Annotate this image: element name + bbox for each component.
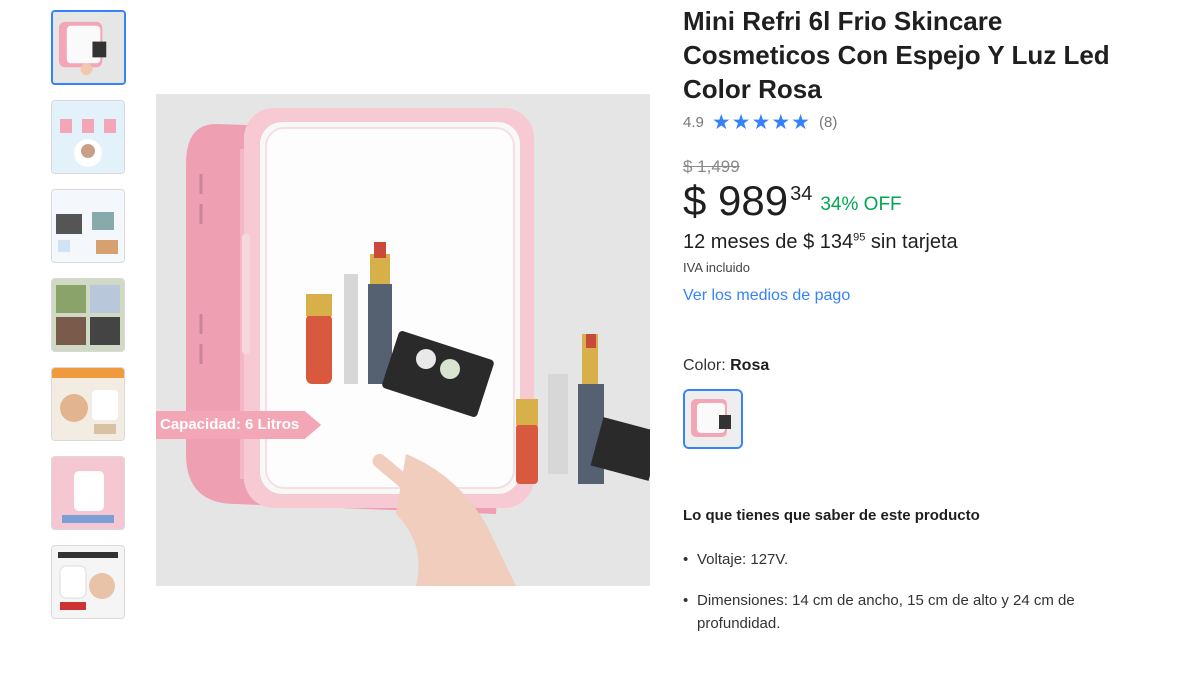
- capacity-badge: Capacidad: 6 Litros: [156, 411, 322, 439]
- mini-fridge-illustration: [156, 94, 650, 586]
- product-title: Mini Refri 6l Frio Skincare Cosmeticos C…: [683, 6, 1110, 104]
- thumbnail-4[interactable]: [51, 278, 125, 352]
- main-product-image[interactable]: Capacidad: 6 Litros: [156, 94, 650, 586]
- review-count: (8): [819, 114, 838, 131]
- original-price: $ 1,499: [683, 157, 740, 176]
- current-price: $ 989: [683, 177, 789, 224]
- installments-prefix: 12 meses de $ 134: [683, 231, 854, 253]
- product-highlights-title: Lo que tienes que saber de este producto: [683, 507, 980, 524]
- discount-badge: 34% OFF: [820, 194, 902, 215]
- installments-suffix: sin tarjeta: [865, 231, 958, 253]
- color-label-text: Color:: [683, 357, 731, 374]
- rating-value: 4.9: [683, 114, 704, 131]
- thumbnail-6[interactable]: [51, 456, 125, 530]
- installments-info: 12 meses de $ 13495 sin tarjeta: [683, 231, 1173, 254]
- price-row: $ 989 34 34% OFF: [683, 179, 1173, 223]
- product-info: Mini Refri 6l Frio Skincare Cosmeticos C…: [683, 4, 1173, 653]
- spec-item: Dimensiones: 14 cm de ancho, 15 cm de al…: [683, 589, 1153, 635]
- color-label: Color: Rosa: [683, 357, 1173, 375]
- color-swatch-rosa[interactable]: [683, 389, 743, 449]
- iva-note: IVA incluido: [683, 260, 750, 275]
- thumbnail-gallery: [51, 10, 127, 634]
- spec-list: Voltaje: 127V. Dimensiones: 14 cm de anc…: [683, 548, 1153, 635]
- rating-row[interactable]: 4.9 ★★★★★ (8): [683, 110, 1173, 135]
- current-price-cents: 34: [790, 183, 813, 205]
- color-value: Rosa: [730, 357, 770, 374]
- installments-cents: 95: [853, 231, 866, 244]
- thumbnail-7[interactable]: [51, 545, 125, 619]
- spec-item: Voltaje: 127V.: [683, 548, 1153, 571]
- star-rating-icon: ★★★★★: [711, 111, 811, 134]
- thumbnail-2[interactable]: [51, 100, 125, 174]
- thumbnail-3[interactable]: [51, 189, 125, 263]
- payment-methods-link[interactable]: Ver los medios de pago: [683, 287, 850, 305]
- thumbnail-5[interactable]: [51, 367, 125, 441]
- thumbnail-1[interactable]: [51, 10, 126, 85]
